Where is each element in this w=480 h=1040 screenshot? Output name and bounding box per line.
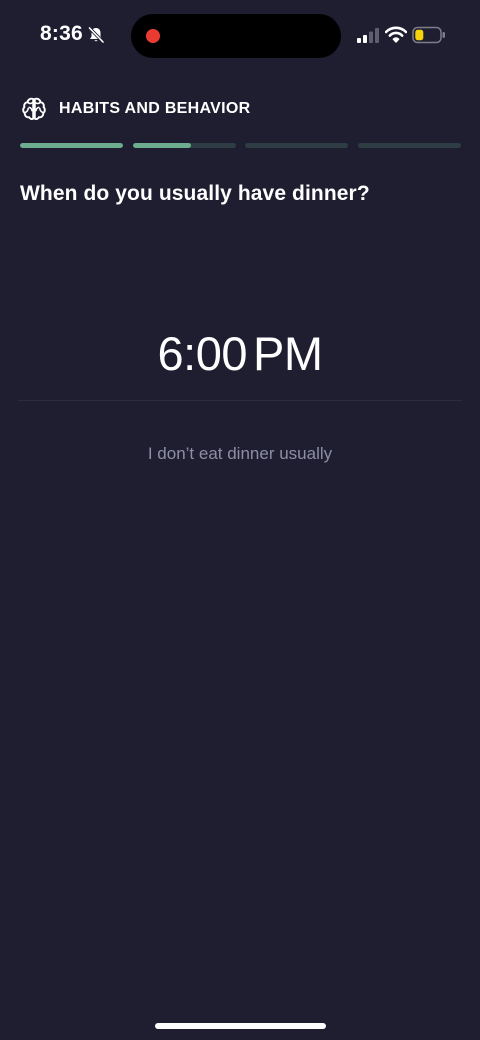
status-time: 8:36	[40, 22, 83, 45]
dynamic-island	[131, 14, 341, 58]
section-header: HABITS AND BEHAVIOR	[20, 95, 250, 123]
question-title: When do you usually have dinner?	[20, 182, 370, 205]
time-picker-value[interactable]: 6:00	[158, 327, 248, 380]
home-indicator[interactable]	[155, 1023, 326, 1029]
brain-icon	[22, 97, 46, 121]
progress-bar	[20, 143, 461, 148]
time-picker-period[interactable]: PM	[253, 327, 323, 380]
battery-low-icon	[412, 26, 445, 44]
no-dinner-option[interactable]: I don’t eat dinner usually	[0, 444, 480, 464]
progress-segment-fill	[20, 143, 123, 148]
progress-segment	[20, 143, 123, 148]
section-title: HABITS AND BEHAVIOR	[59, 100, 251, 117]
progress-segment-fill	[132, 143, 192, 148]
wifi-icon	[385, 26, 407, 43]
time-picker[interactable]: 6:00 PM	[0, 326, 480, 381]
progress-segment	[357, 143, 461, 148]
status-bar: 8:36	[0, 0, 480, 72]
cellular-signal-icon	[357, 28, 379, 43]
progress-segment	[132, 143, 236, 148]
recording-indicator-icon	[146, 29, 160, 43]
silent-bell-icon	[88, 26, 105, 44]
divider	[18, 400, 462, 401]
progress-segment	[245, 143, 349, 148]
